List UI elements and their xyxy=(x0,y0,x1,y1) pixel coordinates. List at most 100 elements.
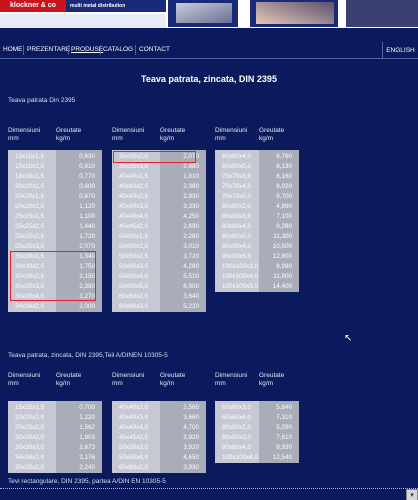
weight-cell: 3,920 xyxy=(183,444,199,451)
column-header-dimensiuni: Dimensiuni mm xyxy=(112,127,145,142)
table-row: 60x60x3,0 5,640 xyxy=(215,403,299,413)
table-row: 25x25x2,0 1,562 xyxy=(8,423,102,433)
nav-home[interactable]: HOME xyxy=(3,46,23,53)
dimension-cell: 25x25x2,5 xyxy=(15,233,45,240)
weight-cell: 0,870 xyxy=(79,193,95,200)
table-row: 34x34x2,0 2,176 xyxy=(8,453,102,463)
table-row: 20x20x1,0 0,600 xyxy=(8,182,102,192)
weight-cell: 3,640 xyxy=(183,293,199,300)
logo[interactable]: klockner & co xyxy=(0,0,66,12)
column-header-dimensiuni: Dimensiuni mm xyxy=(112,372,145,387)
dimension-cell: 60x60x5,0 xyxy=(222,163,252,170)
table-1c: 60x60x4,0 6,760 60x60x5,0 8,130 70x70x3,0 6,1… xyxy=(215,150,299,292)
table-row: 18x18x1,5 0,770 xyxy=(8,172,102,182)
dimension-cell: 45x45x2,0 xyxy=(119,223,149,230)
table-row: 80x80x2,0 4,890 xyxy=(215,202,299,212)
weight-cell: 10,500 xyxy=(272,243,292,250)
mouse-cursor-icon: ↖ xyxy=(344,333,353,344)
weight-cell: 2,240 xyxy=(79,464,95,471)
nav-prezentare[interactable]: PREZENTARE xyxy=(27,46,70,53)
site-header: klockner & co multi metal distribution xyxy=(0,0,418,28)
weight-cell: 2,280 xyxy=(183,233,199,240)
weight-cell: 5,220 xyxy=(183,303,199,310)
weight-cell: 2,920 xyxy=(183,434,199,441)
table-row: 40x40x4,0 4,700 xyxy=(112,423,206,433)
weight-cell: 2,690 xyxy=(183,223,199,230)
table-row: 40x40x2,0 2,380 xyxy=(112,182,206,192)
weight-cell: 1,903 xyxy=(79,434,95,441)
dimension-cell: 40x40x1,5 xyxy=(119,173,149,180)
table-row: 60x60x2,0 3,930 xyxy=(112,463,206,473)
dimension-cell: 40x40x4,0 xyxy=(119,424,149,431)
weight-cell: 0,700 xyxy=(79,404,95,411)
scroll-down-icon[interactable]: ▾ xyxy=(406,489,418,500)
table-row: 15x15x1,5 0,700 xyxy=(8,403,102,413)
column-header-dimensiuni: Dimensiuni mm xyxy=(8,127,41,142)
table-row: 15x15x2,0 0,810 xyxy=(8,162,102,172)
weight-cell: 8,020 xyxy=(276,183,292,190)
table-row: 40x40x2,0 2,560 xyxy=(112,403,206,413)
table-row: 50x50x4,0 4,650 xyxy=(112,453,206,463)
column-header-greutate: Greutate kg/m xyxy=(56,372,82,387)
table-row: 40x40x3,0 3,330 xyxy=(112,202,206,212)
weight-cell: 2,380 xyxy=(183,183,199,190)
table-row: 70x70x4,0 8,020 xyxy=(215,182,299,192)
dimension-cell: 50x50x2,0 xyxy=(119,243,149,250)
weight-cell: 2,000 xyxy=(79,303,95,310)
column-header-greutate: Greutate kg/m xyxy=(56,127,82,142)
section-title-1: Teava patrata Din 2395 xyxy=(8,97,76,104)
dimension-cell: 50x50x4,0 xyxy=(119,273,149,280)
weight-cell: 3,330 xyxy=(183,203,199,210)
table-row: 25x25x2,0 1,440 xyxy=(8,222,102,232)
table-row: 50x50x1,5 2,280 xyxy=(112,232,206,242)
table-row: 20x20x2,0 1,220 xyxy=(8,413,102,423)
weight-cell: 8,130 xyxy=(276,163,292,170)
table-row: 100x100x3,0 8,990 xyxy=(215,262,299,272)
dimension-cell: 20x20x1,5 xyxy=(15,193,45,200)
table-row: 90x90x4,0 10,500 xyxy=(215,242,299,252)
weight-cell: 12,800 xyxy=(272,253,292,260)
dimension-cell: 20x20x2,0 xyxy=(15,414,45,421)
nav-separator xyxy=(23,45,24,55)
header-photo-truck xyxy=(346,0,418,27)
dimension-cell: 50x50x3,0 xyxy=(119,444,149,451)
column-header-greutate: Greutate kg/m xyxy=(259,372,285,387)
table-row: 40x40x4,0 4,250 xyxy=(112,212,206,222)
weight-cell: 1,562 xyxy=(79,424,95,431)
dimension-cell: 60x60x3,0 xyxy=(222,404,252,411)
dimension-cell: 15x15x1,5 xyxy=(15,153,45,160)
table-row: 50x50x2,0 3,010 xyxy=(112,242,206,252)
weight-cell: 11,300 xyxy=(273,233,292,240)
weight-cell: 6,760 xyxy=(276,153,292,160)
table-row: 80x80x4,0 9,280 xyxy=(215,222,299,232)
weight-cell: 1,440 xyxy=(79,223,95,230)
weight-cell: 0,600 xyxy=(79,183,95,190)
table-2b: 40x40x2,0 2,560 40x40x3,0 3,660 40x40x4,0 4,7… xyxy=(112,401,206,473)
table-row: 60x60x4,0 6,760 xyxy=(215,152,299,162)
weight-cell: 3,660 xyxy=(183,414,199,421)
table-row: 60x60x2,0 3,640 xyxy=(112,292,206,302)
language-switch-english[interactable]: ENGLISH xyxy=(382,42,418,59)
table-row: 30x30x2,0 1,903 xyxy=(8,433,102,443)
weight-cell: 0,810 xyxy=(79,163,95,170)
table-row: 100x100x4,0 12,540 xyxy=(215,453,299,463)
nav-catalog[interactable]: CATALOG xyxy=(103,46,133,53)
weight-cell: 0,770 xyxy=(79,173,95,180)
table-row: 45x45x2,5 2,920 xyxy=(112,433,206,443)
weight-cell: 2,560 xyxy=(183,404,199,411)
highlight-box xyxy=(10,251,96,301)
table-row: 80x80x2,0 5,290 xyxy=(215,423,299,433)
table-row: 35x35x3,0 2,880 xyxy=(112,162,206,172)
dimension-cell: 40x40x3,0 xyxy=(119,414,149,421)
logo-tagline: multi metal distribution xyxy=(70,3,126,9)
weight-cell: 7,610 xyxy=(276,434,292,441)
table-row: 40x40x3,0 3,660 xyxy=(112,413,206,423)
nav-contact[interactable]: CONTACT xyxy=(139,46,170,53)
header-photo-worker-detail xyxy=(256,2,334,24)
logo-banner[interactable]: klockner & co multi metal distribution xyxy=(0,0,166,12)
table-row: 80x80x5,0 11,300 xyxy=(215,232,299,242)
highlight-box xyxy=(113,151,196,163)
dimension-cell: 50x50x4,0 xyxy=(119,454,149,461)
table-row: 60x60x3,0 5,220 xyxy=(112,302,206,312)
nav-produse[interactable]: PRODUSE xyxy=(71,46,103,53)
